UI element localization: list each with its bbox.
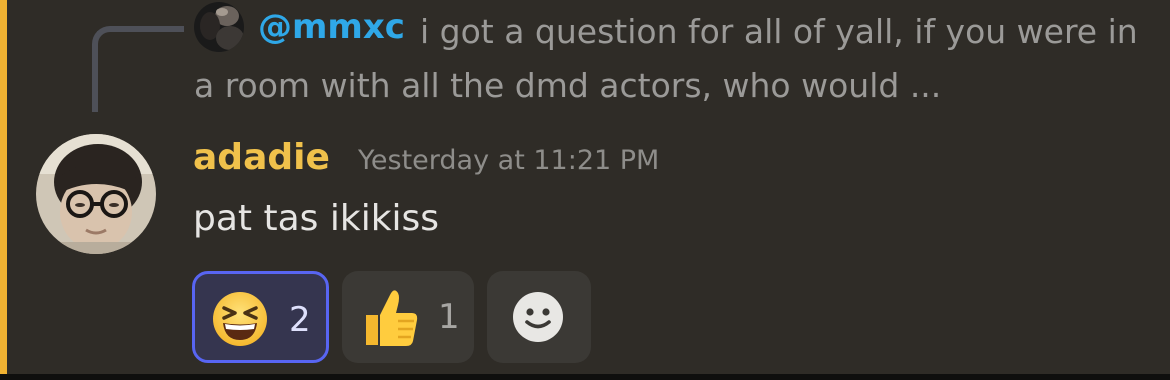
thumbs-up-icon: [366, 290, 418, 346]
avatar[interactable]: [36, 134, 156, 254]
laughing-face-icon: [213, 292, 267, 346]
reaction-count: 1: [438, 297, 460, 337]
reaction-thumbs-up[interactable]: 1: [342, 271, 474, 363]
reply-username[interactable]: @mmxc: [258, 5, 405, 49]
reaction-count: 2: [289, 300, 311, 340]
reply-connector-line: [92, 26, 184, 112]
add-reaction-button[interactable]: [487, 271, 591, 363]
chat-message: i got a question for all of yall, if you…: [0, 0, 1170, 374]
mention-highlight-bar: [0, 0, 7, 374]
author-username[interactable]: adadie: [193, 136, 330, 180]
smiley-add-reaction-icon: [513, 292, 563, 342]
message-content: pat tas ikikiss: [193, 198, 440, 239]
reaction-laughing[interactable]: 2: [192, 271, 329, 363]
divider: [0, 374, 1170, 380]
message-timestamp[interactable]: Yesterday at 11:21 PM: [358, 141, 659, 181]
